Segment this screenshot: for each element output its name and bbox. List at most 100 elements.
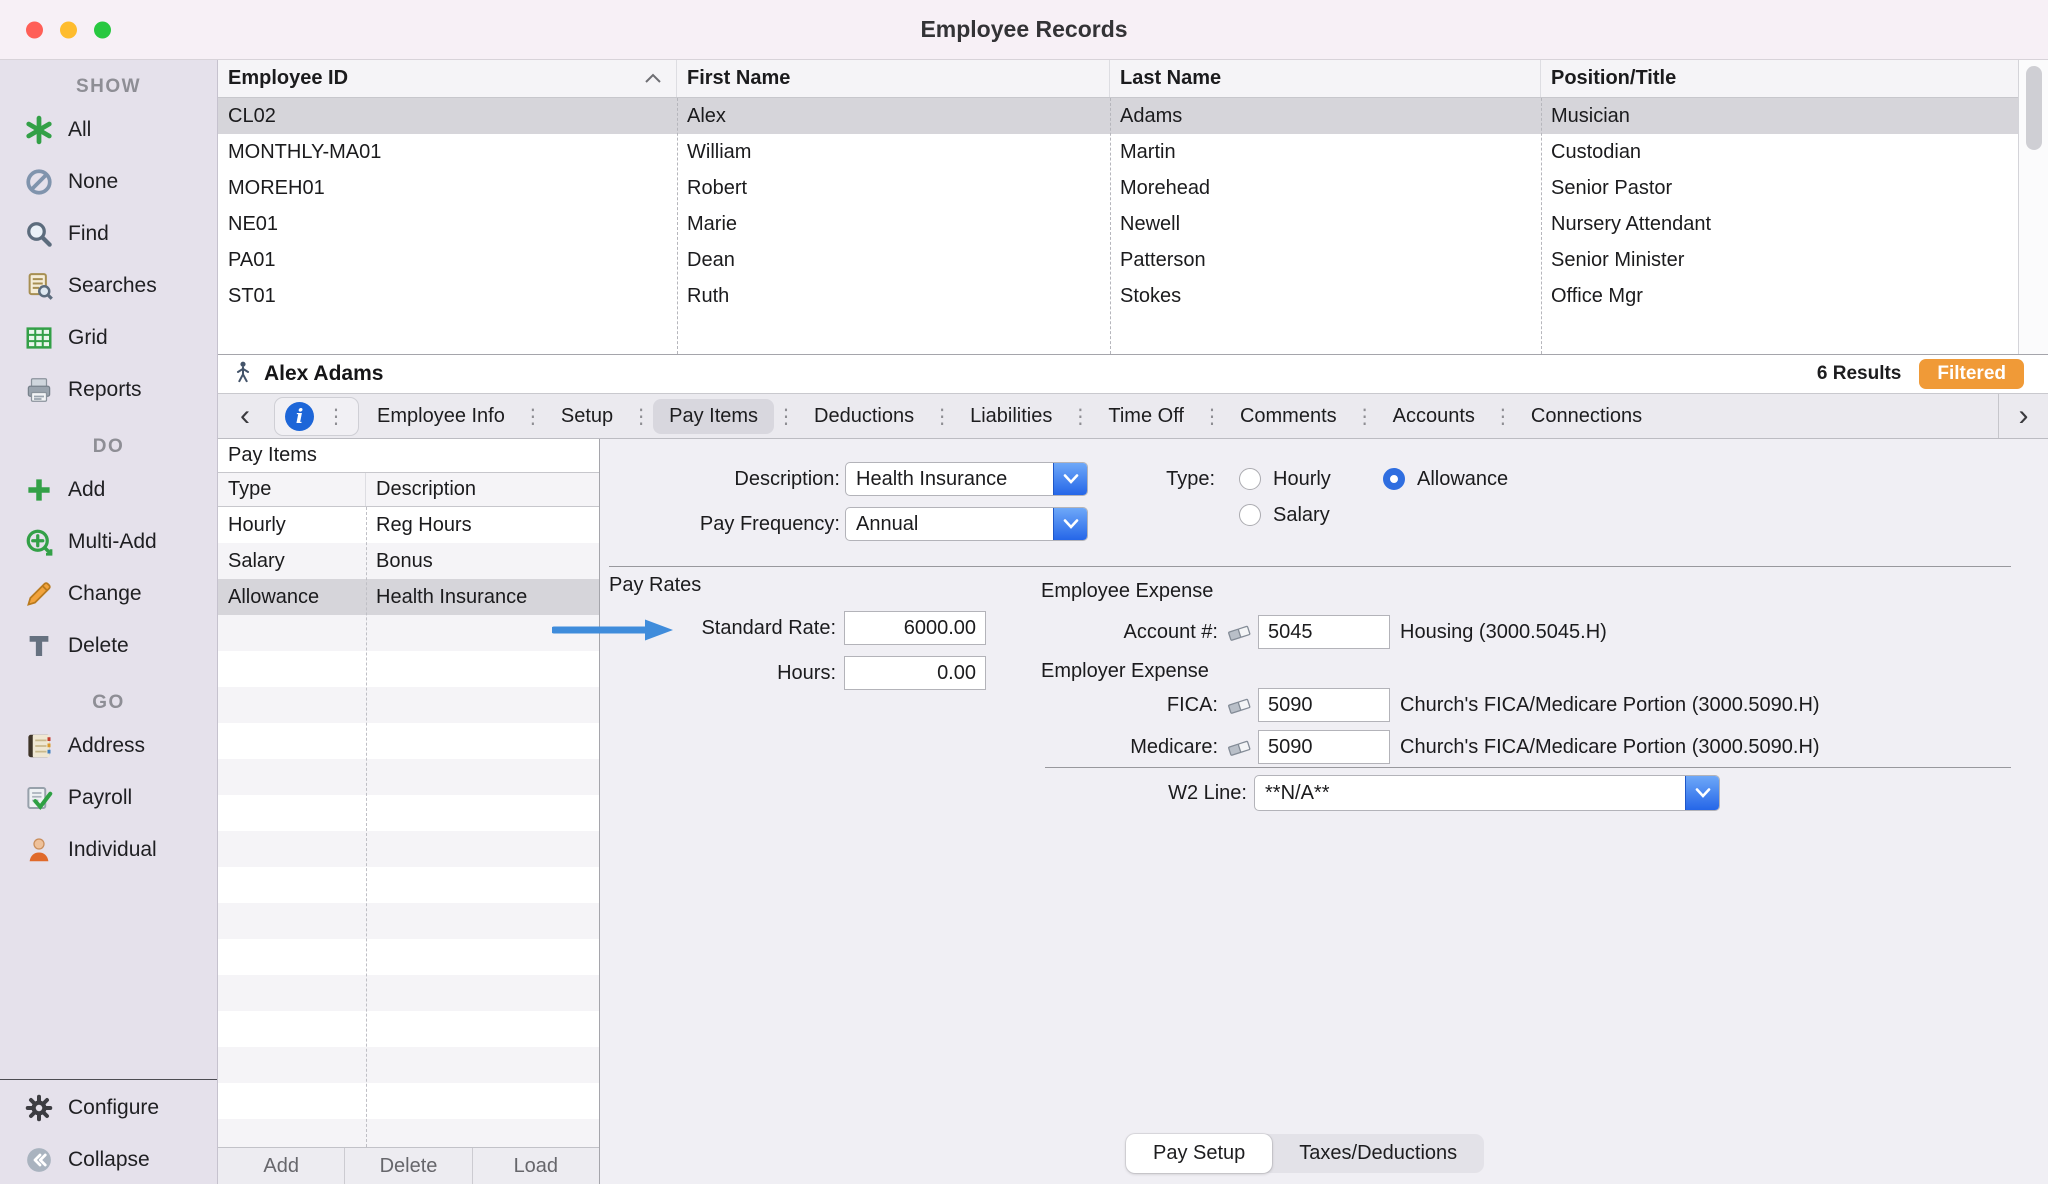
tab-setup[interactable]: Setup bbox=[545, 399, 629, 434]
vertical-scrollbar[interactable] bbox=[2018, 60, 2048, 354]
hours-input[interactable] bbox=[844, 656, 986, 690]
pay-item-row[interactable]: Allowance Health Insurance bbox=[218, 579, 599, 615]
table-row[interactable]: ST01 Ruth Stokes Office Mgr bbox=[218, 278, 2048, 314]
sidebar-item-add[interactable]: Add bbox=[0, 464, 217, 516]
type-allowance-radio[interactable] bbox=[1383, 468, 1405, 490]
sidebar: SHOW All None Find Searches Grid Reports… bbox=[0, 60, 218, 1184]
type-hourly-radio[interactable] bbox=[1239, 468, 1261, 490]
tab-info[interactable]: i ⋮ bbox=[274, 397, 359, 436]
w2-line-select[interactable]: **N/A** bbox=[1254, 775, 1720, 811]
sidebar-item-find[interactable]: Find bbox=[0, 208, 217, 260]
pay-item-row[interactable]: Hourly Reg Hours bbox=[218, 507, 599, 543]
tab-forward-button[interactable]: › bbox=[1998, 394, 2048, 438]
tab-menu-icon[interactable]: ⋮ bbox=[930, 404, 954, 429]
fica-label: FICA: bbox=[1018, 692, 1218, 718]
tab-time-off[interactable]: Time Off bbox=[1092, 399, 1200, 434]
section-divider bbox=[609, 566, 2011, 567]
tab-deductions[interactable]: Deductions bbox=[798, 399, 930, 434]
tab-menu-icon[interactable]: ⋮ bbox=[1200, 404, 1224, 429]
standard-rate-input[interactable] bbox=[844, 611, 986, 645]
sidebar-item-payroll[interactable]: Payroll bbox=[0, 772, 217, 824]
account-lookup-icon[interactable] bbox=[1226, 692, 1254, 718]
sidebar-item-delete[interactable]: Delete bbox=[0, 620, 217, 672]
hours-label: Hours: bbox=[600, 660, 836, 686]
minimize-button[interactable] bbox=[60, 21, 77, 38]
tab-menu-icon[interactable]: ⋮ bbox=[1491, 404, 1515, 429]
cell-employee-id: NE01 bbox=[218, 213, 677, 236]
chevron-down-icon[interactable] bbox=[1685, 776, 1719, 810]
gear-icon bbox=[24, 1093, 54, 1123]
cell-employee-id: PA01 bbox=[218, 249, 677, 272]
tab-comments[interactable]: Comments bbox=[1224, 399, 1353, 434]
add-button[interactable]: Add bbox=[218, 1148, 345, 1184]
tab-liabilities[interactable]: Liabilities bbox=[954, 399, 1068, 434]
sidebar-item-change[interactable]: Change bbox=[0, 568, 217, 620]
tab-menu-icon[interactable]: ⋮ bbox=[324, 404, 348, 429]
table-row[interactable]: CL02 Alex Adams Musician bbox=[218, 98, 2048, 134]
zoom-button[interactable] bbox=[94, 21, 111, 38]
pay-items-column-description[interactable]: Description bbox=[366, 473, 599, 506]
description-label: Description: bbox=[600, 466, 840, 492]
sidebar-item-grid[interactable]: Grid bbox=[0, 312, 217, 364]
tab-employee-info[interactable]: Employee Info bbox=[361, 399, 521, 434]
cell-last-name: Newell bbox=[1110, 213, 1541, 236]
pay-items-list: Hourly Reg Hours Salary Bonus Allowance … bbox=[218, 507, 599, 1147]
filtered-badge[interactable]: Filtered bbox=[1919, 359, 2024, 389]
table-row[interactable]: PA01 Dean Patterson Senior Minister bbox=[218, 242, 2048, 278]
saved-searches-icon bbox=[24, 271, 54, 301]
tab-accounts[interactable]: Accounts bbox=[1377, 399, 1491, 434]
tab-menu-icon[interactable]: ⋮ bbox=[1353, 404, 1377, 429]
sidebar-item-label: Collapse bbox=[68, 1148, 150, 1172]
account-lookup-icon[interactable] bbox=[1226, 734, 1254, 760]
pay-frequency-select[interactable]: Annual bbox=[845, 507, 1088, 541]
cell-last-name: Patterson bbox=[1110, 249, 1541, 272]
chevron-down-icon[interactable] bbox=[1053, 508, 1087, 540]
sidebar-item-searches[interactable]: Searches bbox=[0, 260, 217, 312]
medicare-input[interactable] bbox=[1258, 730, 1390, 764]
column-header-last-name[interactable]: Last Name bbox=[1110, 60, 1541, 97]
sidebar-section-go: GO bbox=[0, 686, 217, 720]
account-lookup-icon[interactable] bbox=[1226, 619, 1254, 645]
sidebar-item-address[interactable]: Address bbox=[0, 720, 217, 772]
sidebar-item-none[interactable]: None bbox=[0, 156, 217, 208]
table-row[interactable]: NE01 Marie Newell Nursery Attendant bbox=[218, 206, 2048, 242]
sidebar-item-configure[interactable]: Configure bbox=[0, 1082, 217, 1134]
magnifier-icon bbox=[24, 219, 54, 249]
tab-pay-items[interactable]: Pay Items bbox=[653, 399, 774, 434]
scrollbar-thumb[interactable] bbox=[2026, 66, 2042, 150]
type-salary-radio[interactable] bbox=[1239, 504, 1261, 526]
sidebar-item-individual[interactable]: Individual bbox=[0, 824, 217, 876]
sidebar-item-reports[interactable]: Reports bbox=[0, 364, 217, 416]
account-number-input[interactable] bbox=[1258, 615, 1390, 649]
tab-menu-icon[interactable]: ⋮ bbox=[1068, 404, 1092, 429]
tab-connections[interactable]: Connections bbox=[1515, 399, 1658, 434]
medicare-label: Medicare: bbox=[1018, 734, 1218, 760]
tab-menu-icon[interactable]: ⋮ bbox=[629, 404, 653, 429]
address-book-icon bbox=[24, 731, 54, 761]
table-row[interactable]: MONTHLY-MA01 William Martin Custodian bbox=[218, 134, 2048, 170]
column-header-first-name[interactable]: First Name bbox=[677, 60, 1110, 97]
table-row[interactable]: MOREH01 Robert Morehead Senior Pastor bbox=[218, 170, 2048, 206]
column-header-position-title[interactable]: Position/Title bbox=[1541, 60, 2018, 97]
close-button[interactable] bbox=[26, 21, 43, 38]
description-select[interactable]: Health Insurance bbox=[845, 462, 1088, 496]
employee-table: Employee ID First Name Last Name Positio… bbox=[218, 60, 2048, 354]
sidebar-item-collapse[interactable]: Collapse bbox=[0, 1134, 217, 1184]
tab-menu-icon[interactable]: ⋮ bbox=[774, 404, 798, 429]
taxes-deductions-tab[interactable]: Taxes/Deductions bbox=[1272, 1134, 1484, 1173]
delete-button[interactable]: Delete bbox=[345, 1148, 472, 1184]
medicare-description: Church's FICA/Medicare Portion (3000.509… bbox=[1400, 734, 1820, 760]
tab-back-button[interactable]: ‹ bbox=[218, 394, 272, 438]
sidebar-item-multi-add[interactable]: Multi-Add bbox=[0, 516, 217, 568]
sidebar-item-all[interactable]: All bbox=[0, 104, 217, 156]
column-divider bbox=[366, 507, 367, 1147]
pay-items-column-type[interactable]: Type bbox=[218, 473, 366, 506]
tab-menu-icon[interactable]: ⋮ bbox=[521, 404, 545, 429]
pay-setup-tab[interactable]: Pay Setup bbox=[1126, 1134, 1272, 1173]
sidebar-section-show: SHOW bbox=[0, 70, 217, 104]
load-button[interactable]: Load bbox=[473, 1148, 599, 1184]
column-header-employee-id[interactable]: Employee ID bbox=[218, 60, 677, 97]
column-divider bbox=[677, 98, 678, 354]
fica-input[interactable] bbox=[1258, 688, 1390, 722]
pay-item-row[interactable]: Salary Bonus bbox=[218, 543, 599, 579]
